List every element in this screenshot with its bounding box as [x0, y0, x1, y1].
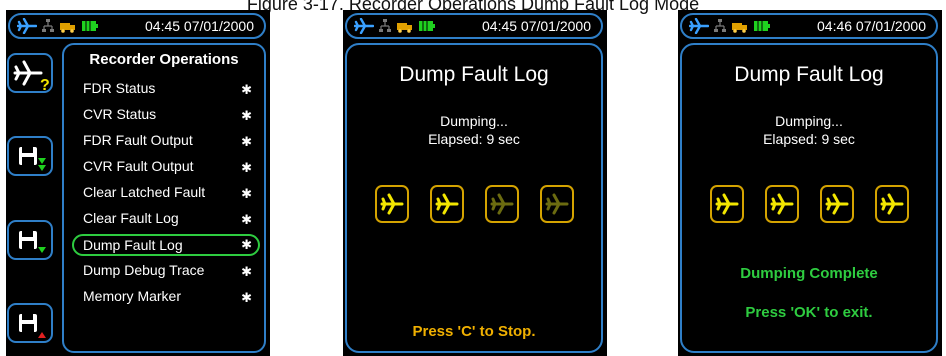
- menu-title: Recorder Operations: [89, 51, 239, 68]
- menu-item-label: Clear Fault Log: [83, 210, 179, 226]
- network-icon: [379, 19, 391, 32]
- airplane-icon: [689, 18, 709, 34]
- airplane-icon: [880, 193, 904, 215]
- dump-status-text: Dumping...: [775, 113, 843, 129]
- airplane-icon: [545, 193, 569, 215]
- progress-step: [710, 185, 744, 223]
- airplane-icon: [380, 193, 404, 215]
- floppy-down-green-icon: [19, 147, 46, 171]
- floppy-up-red-icon: [19, 314, 46, 338]
- menu-item-dump-debug-trace[interactable]: Dump Debug Trace ✱: [72, 260, 260, 282]
- gear-icon: ✱: [241, 108, 252, 123]
- gear-icon: ✱: [241, 290, 252, 305]
- airplane-icon: [715, 193, 739, 215]
- menu-item-clear-latched-fault[interactable]: Clear Latched Fault ✱: [72, 182, 260, 204]
- airplane-icon: [825, 193, 849, 215]
- status-bar: 04:46 07/01/2000: [680, 13, 938, 39]
- gear-icon: ✱: [241, 264, 252, 279]
- menu-item-clear-fault-log[interactable]: Clear Fault Log ✱: [72, 208, 260, 230]
- gear-icon: ✱: [241, 212, 252, 227]
- progress-indicator: [347, 185, 601, 225]
- gear-icon: ✱: [241, 237, 252, 252]
- exit-instruction: Press 'OK' to exit.: [745, 304, 873, 321]
- clock-label: 04:45 07/01/2000: [482, 18, 591, 34]
- menu-item-label: CVR Fault Output: [83, 158, 194, 174]
- download-single-button[interactable]: [7, 220, 53, 260]
- gear-icon: ✱: [241, 82, 252, 97]
- airplane-icon: [354, 18, 374, 34]
- dump-panel: Dump Fault Log Dumping... Elapsed: 9 sec…: [345, 43, 603, 353]
- upload-button[interactable]: [7, 303, 53, 343]
- menu-item-label: CVR Status: [83, 106, 157, 122]
- truck-icon: [732, 23, 747, 33]
- download-button[interactable]: [7, 136, 53, 176]
- menu-item-fdr-status[interactable]: FDR Status ✱: [72, 78, 260, 100]
- progress-step: [375, 185, 409, 223]
- gear-icon: ✱: [241, 160, 252, 175]
- truck-icon: [397, 23, 412, 33]
- screen-recorder-operations: 04:45 07/01/2000 ? Recorder Operations F…: [6, 10, 270, 356]
- progress-step: [875, 185, 909, 223]
- progress-step: [820, 185, 854, 223]
- progress-step: [540, 185, 574, 223]
- network-icon: [42, 19, 54, 32]
- screen-dump-in-progress: 04:45 07/01/2000 Dump Fault Log Dumping.…: [343, 10, 607, 356]
- truck-icon: [60, 23, 75, 33]
- clock-label: 04:45 07/01/2000: [145, 18, 254, 34]
- page-title: Dump Fault Log: [399, 63, 549, 86]
- airplane-help-icon: ?: [13, 60, 50, 93]
- menu-item-cvr-fault-output[interactable]: CVR Fault Output ✱: [72, 156, 260, 178]
- progress-indicator: [682, 185, 936, 225]
- gear-icon: ✱: [241, 134, 252, 149]
- progress-step: [430, 185, 464, 223]
- aircraft-help-button[interactable]: ?: [7, 53, 53, 93]
- elapsed-time-text: Elapsed: 9 sec: [763, 131, 855, 147]
- elapsed-time-text: Elapsed: 9 sec: [428, 131, 520, 147]
- airplane-icon: [435, 193, 459, 215]
- menu-item-label: FDR Fault Output: [83, 132, 193, 148]
- progress-step: [765, 185, 799, 223]
- gear-icon: ✱: [241, 186, 252, 201]
- floppy-down-small-green-icon: [19, 231, 46, 253]
- menu-item-dump-fault-log[interactable]: Dump Fault Log ✱: [72, 234, 260, 256]
- stop-instruction: Press 'C' to Stop.: [412, 323, 536, 340]
- airplane-icon: [490, 193, 514, 215]
- dump-status-text: Dumping...: [440, 113, 508, 129]
- menu-item-fdr-fault-output[interactable]: FDR Fault Output ✱: [72, 130, 260, 152]
- menu-item-memory-marker[interactable]: Memory Marker ✱: [72, 286, 260, 308]
- clock-label: 04:46 07/01/2000: [817, 18, 926, 34]
- dump-complete-text: Dumping Complete: [740, 265, 878, 282]
- status-bar: 04:45 07/01/2000: [8, 13, 266, 39]
- menu-item-label: Dump Fault Log: [83, 237, 183, 253]
- menu-item-label: FDR Status: [83, 80, 156, 96]
- screen-dump-complete: 04:46 07/01/2000 Dump Fault Log Dumping.…: [678, 10, 942, 356]
- progress-step: [485, 185, 519, 223]
- airplane-icon: [17, 18, 37, 34]
- airplane-icon: [770, 193, 794, 215]
- battery-icon: [82, 21, 98, 31]
- menu-item-label: Memory Marker: [83, 288, 182, 304]
- battery-icon: [419, 21, 435, 31]
- network-icon: [714, 19, 726, 32]
- recorder-operations-menu: Recorder Operations FDR Status ✱ CVR Stat…: [62, 43, 266, 353]
- svg-text:?: ?: [40, 77, 50, 93]
- battery-icon: [754, 21, 770, 31]
- menu-item-cvr-status[interactable]: CVR Status ✱: [72, 104, 260, 126]
- page-title: Dump Fault Log: [734, 63, 884, 86]
- menu-item-label: Clear Latched Fault: [83, 184, 206, 200]
- status-bar: 04:45 07/01/2000: [345, 13, 603, 39]
- dump-panel: Dump Fault Log Dumping... Elapsed: 9 sec…: [680, 43, 938, 353]
- menu-item-label: Dump Debug Trace: [83, 262, 205, 278]
